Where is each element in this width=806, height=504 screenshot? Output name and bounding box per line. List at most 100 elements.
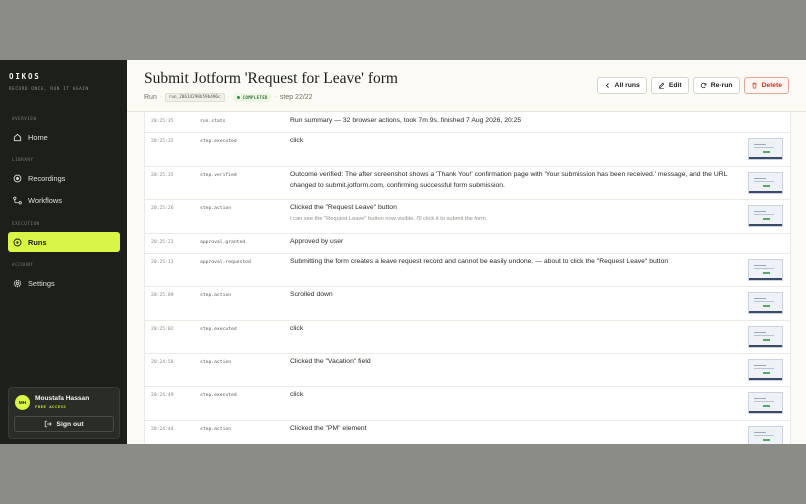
log-time: 20:25:02 (151, 327, 174, 332)
section-label-account: ACCOUNT (12, 262, 34, 267)
sidebar-item-runs[interactable]: Runs (8, 232, 120, 252)
screenshot-thumbnail[interactable] (748, 205, 783, 227)
screenshot-thumbnail[interactable] (748, 138, 783, 160)
screenshot-thumbnail[interactable] (748, 392, 783, 414)
log-time: 20:25:26 (151, 206, 174, 211)
thumbnail-mark (749, 345, 782, 347)
log-message: Clicked the "Request Leave" button (290, 204, 397, 211)
sidebar-item-label: Runs (28, 237, 47, 247)
thumbnail-mark (754, 298, 766, 300)
log-row[interactable]: 20:25:35 step.verified Outcome verified: T… (145, 166, 790, 200)
delete-button[interactable]: Delete (743, 77, 789, 94)
log-row[interactable]: 20:24:44 step.action Clicked the "PM" elem… (145, 420, 790, 444)
thumbnail-mark (749, 191, 782, 193)
thumbnail-mark (749, 278, 782, 280)
edit-label: Edit (668, 82, 682, 89)
log-message: Scrolled down (290, 291, 333, 298)
sidebar-item-label: Workflows (28, 195, 62, 205)
thumbnail-mark (754, 432, 766, 434)
play-icon (13, 238, 22, 247)
avatar: MH (15, 395, 30, 410)
thumbnail-mark (754, 368, 774, 370)
thumbnail-mark (754, 214, 774, 216)
sidebar-item-label: Recordings (28, 173, 66, 183)
thumbnail-mark (754, 335, 774, 337)
sidebar-item-settings[interactable]: Settings (8, 273, 120, 293)
user-name: Moustafa Hassan (35, 395, 90, 402)
workflow-icon (13, 196, 22, 205)
thumbnail-mark (763, 439, 770, 441)
log-row[interactable]: 20:25:35 run.stats Run summary — 32 browse… (145, 112, 790, 133)
screenshot-thumbnail[interactable] (748, 292, 783, 314)
thumbnail-mark (754, 435, 774, 437)
thumbnail-mark (754, 301, 774, 303)
thumbnail-mark (763, 339, 770, 341)
log-event-type: step.executed (200, 393, 237, 398)
section-label-execution: EXECUTION (12, 221, 40, 226)
thumbnail-mark (763, 272, 770, 274)
thumbnail-mark (754, 211, 766, 213)
header-actions: All runs Edit Re-run Delete (596, 77, 789, 94)
log-time: 20:25:23 (151, 240, 174, 245)
screenshot-thumbnail[interactable] (748, 259, 783, 281)
sidebar-item-recordings[interactable]: Recordings (8, 168, 120, 188)
log-event-type: approval.requested (200, 260, 251, 265)
refresh-icon (700, 82, 707, 89)
gear-icon (13, 279, 22, 288)
screenshot-thumbnail[interactable] (748, 326, 783, 348)
status-text: COMPLETED (242, 94, 268, 100)
all-runs-button[interactable]: All runs (596, 77, 647, 94)
log-row[interactable]: 20:25:02 step.executed click (145, 320, 790, 354)
thumbnail-mark (749, 311, 782, 313)
user-card: MH Moustafa Hassan FREE ACCESS Sign out (8, 387, 120, 439)
log-event-type: run.stats (200, 119, 226, 124)
log-event-type: step.executed (200, 327, 237, 332)
thumbnail-mark (754, 178, 766, 180)
status-badge: COMPLETED (232, 92, 272, 102)
log-row[interactable]: 20:25:26 step.action Clicked the "Request … (145, 199, 790, 234)
thumbnail-mark (754, 147, 774, 149)
run-label: Run (144, 93, 157, 101)
sign-out-icon (45, 420, 53, 428)
event-log[interactable]: 20:25:35 run.stats Run summary — 32 browse… (144, 112, 791, 444)
sidebar-item-workflows[interactable]: Workflows (8, 190, 120, 210)
thumbnail-mark (754, 365, 766, 367)
log-row[interactable]: 20:24:58 step.action Clicked the "Vacation… (145, 353, 790, 387)
log-row[interactable]: 20:25:35 step.executed click (145, 132, 790, 167)
log-time: 20:24:58 (151, 360, 174, 365)
app-window: OIKOS RECORD ONCE, RUN IT AGAIN OVERVIEW… (0, 60, 806, 444)
edit-button[interactable]: Edit (650, 77, 689, 94)
sign-out-button[interactable]: Sign out (14, 416, 114, 432)
section-label-overview: OVERVIEW (12, 116, 37, 121)
log-message: Submitting the form creates a leave requ… (290, 258, 669, 265)
log-message: Run summary — 32 browser actions, took 7… (290, 117, 522, 124)
main-panel: Submit Jotform 'Request for Leave' form … (127, 60, 806, 444)
sign-out-label: Sign out (56, 420, 84, 428)
log-row[interactable]: 20:24:49 step.executed click (145, 386, 790, 421)
log-row[interactable]: 20:25:23 approval.granted Approved by user (145, 233, 790, 254)
run-id: run_20614290b59b496c (164, 92, 225, 102)
thumbnail-mark (754, 398, 766, 400)
thumbnail-mark (763, 218, 770, 220)
home-icon (13, 133, 22, 142)
log-message: Outcome verified: The after screenshot s… (290, 171, 728, 189)
screenshot-thumbnail[interactable] (748, 426, 783, 444)
thumbnail-mark (754, 268, 774, 270)
thumbnail-mark (763, 372, 770, 374)
screenshot-thumbnail[interactable] (748, 359, 783, 381)
screenshot-thumbnail[interactable] (748, 172, 783, 194)
page-title: Submit Jotform 'Request for Leave' form (144, 70, 398, 87)
thumbnail-mark (754, 401, 774, 403)
log-time: 20:24:49 (151, 393, 174, 398)
sidebar-item-home[interactable]: Home (8, 127, 120, 147)
rerun-button[interactable]: Re-run (692, 77, 740, 94)
log-message: click (290, 137, 304, 144)
log-row[interactable]: 20:25:13 approval.requested Submitting the… (145, 253, 790, 287)
step-counter: step 22/22 (279, 93, 313, 101)
thumbnail-mark (754, 144, 766, 146)
brand-tagline: RECORD ONCE, RUN IT AGAIN (9, 87, 89, 92)
log-event-type: step.action (200, 206, 232, 211)
section-label-library: LIBRARY (12, 157, 34, 162)
thumbnail-mark (749, 224, 782, 226)
log-row[interactable]: 20:25:09 step.action Scrolled down (145, 286, 790, 321)
